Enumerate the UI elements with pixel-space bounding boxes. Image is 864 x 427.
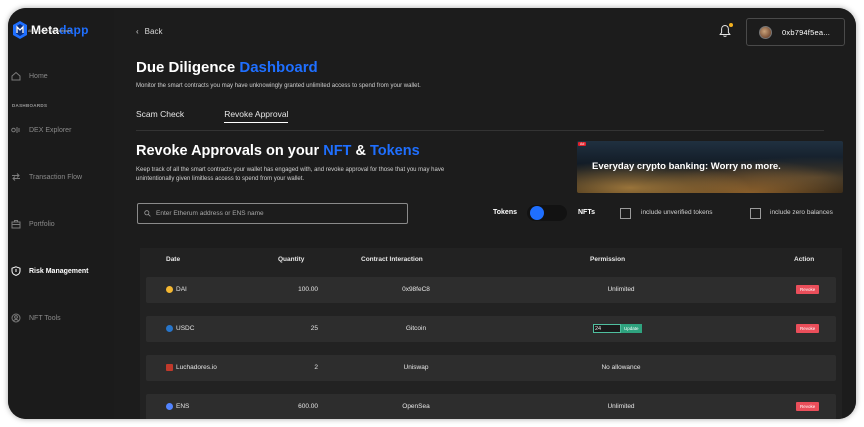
table-header: Date Quantity Contract Interaction Permi… <box>140 248 842 270</box>
sidebar-item-label: Home <box>29 72 48 80</box>
toggle-label-nfts: NFTs <box>578 209 595 216</box>
contract-cell: Uniswap <box>403 364 429 371</box>
shield-icon <box>11 266 21 276</box>
table-row: DAI 100.00 0x98feC8 Unlimited Revoke <box>146 277 836 303</box>
quantity-cell: 25 <box>310 325 318 332</box>
sidebar-item-label: Risk Management <box>29 267 89 275</box>
permission-cell: Unlimited <box>607 403 635 410</box>
update-button[interactable]: Update <box>621 324 642 333</box>
chevron-left-icon: ‹ <box>136 27 139 36</box>
column-header-permission: Permission <box>590 256 626 263</box>
dex-icon <box>11 127 20 133</box>
token-cell: DAI <box>166 286 187 293</box>
quantity-cell: 600.00 <box>298 403 318 410</box>
sidebar: Metadapp All-in-one Web3 Dashboard Home … <box>8 8 114 419</box>
permission-cell: Unlimited <box>607 286 635 293</box>
token-cell: Luchadores.io <box>166 364 217 371</box>
sidebar-item-portfolio[interactable]: Portfolio <box>11 217 111 231</box>
transfer-icon <box>12 173 20 181</box>
page-subtitle: Monitor the smart contracts you may have… <box>136 83 421 89</box>
unverified-tokens-checkbox[interactable] <box>620 208 631 219</box>
wallet-address: 0xb794f5ea... <box>782 27 831 37</box>
sidebar-item-dex-explorer[interactable]: DEX Explorer <box>11 123 111 137</box>
permission-cell: No allowance <box>601 364 641 371</box>
contract-cell: OpenSea <box>402 403 430 410</box>
main-content: ‹ Back 0xb794f5ea... Due Diligence Dashb… <box>114 8 856 419</box>
column-header-date: Date <box>166 256 181 263</box>
dai-token-icon <box>166 286 173 293</box>
sidebar-item-label: Transaction Flow <box>29 173 83 181</box>
permission-editor: Update <box>593 324 642 333</box>
brand-tagline: All-in-one Web3 Dashboard <box>28 29 71 33</box>
luchadores-token-icon <box>166 364 173 371</box>
home-icon <box>11 71 21 81</box>
tab-scam-check[interactable]: Scam Check <box>136 109 184 123</box>
usdc-token-icon <box>166 325 173 332</box>
contract-cell: Gitcoin <box>405 325 427 332</box>
unverified-tokens-label: include unverified tokens <box>641 209 713 216</box>
tab-revoke-approval[interactable]: Revoke Approval <box>224 109 289 123</box>
quantity-cell: 100.00 <box>298 286 318 293</box>
quantity-cell: 2 <box>314 364 318 371</box>
toggle-knob <box>530 206 544 220</box>
column-header-action: Action <box>794 256 815 263</box>
search-icon <box>144 210 151 217</box>
table-row: ENS 600.00 OpenSea Unlimited Revoke <box>146 394 836 419</box>
tokens-nfts-toggle[interactable] <box>527 205 567 221</box>
tab-bar: Scam Check Revoke Approval <box>136 109 328 123</box>
section-description: Keep track of all the smart contracts yo… <box>136 167 445 182</box>
table-row: USDC 25 Gitcoin Update Revoke <box>146 316 836 342</box>
zero-balances-checkbox[interactable] <box>750 208 761 219</box>
revoke-button[interactable]: Revoke <box>796 285 820 294</box>
sidebar-item-label: Portfolio <box>29 220 55 228</box>
page-title: Due Diligence Dashboard <box>136 59 318 76</box>
token-cell: ENS <box>166 403 189 410</box>
ad-banner[interactable]: Ad Everyday crypto banking: Worry no mor… <box>577 141 843 193</box>
sidebar-item-home[interactable]: Home <box>11 69 111 83</box>
column-header-contract: Contract Interaction <box>361 256 423 263</box>
app-window: Metadapp All-in-one Web3 Dashboard Home … <box>8 8 856 419</box>
ad-badge: Ad <box>578 142 587 146</box>
sidebar-item-label: NFT Tools <box>29 314 61 322</box>
sidebar-item-label: DEX Explorer <box>29 126 72 134</box>
banner-text: Everyday crypto banking: Worry no more. <box>592 161 781 172</box>
permission-amount-input[interactable] <box>593 324 621 333</box>
approvals-table: Date Quantity Contract Interaction Permi… <box>140 248 842 419</box>
sidebar-item-risk-management[interactable]: Risk Management <box>11 264 111 278</box>
search-box <box>137 203 408 224</box>
notification-dot <box>729 23 733 27</box>
section-title: Revoke Approvals on your NFT & Tokens <box>136 143 420 159</box>
sidebar-item-nft-tools[interactable]: NFT Tools <box>11 311 111 325</box>
zero-balances-label: include zero balances <box>770 209 833 216</box>
sidebar-item-transaction-flow[interactable]: Transaction Flow <box>11 170 111 184</box>
column-header-quantity: Quantity <box>278 256 305 263</box>
logo-mark-icon <box>13 21 27 39</box>
nft-icon <box>11 313 21 323</box>
revoke-button[interactable]: Revoke <box>796 402 820 411</box>
toggle-label-tokens: Tokens <box>493 209 517 216</box>
back-button[interactable]: ‹ Back <box>136 27 162 36</box>
ens-token-icon <box>166 403 173 410</box>
briefcase-icon <box>11 220 21 229</box>
back-label: Back <box>144 27 163 36</box>
sidebar-section-label: DASHBOARDS <box>12 103 48 108</box>
token-cell: USDC <box>166 325 194 332</box>
search-input[interactable] <box>156 210 396 217</box>
revoke-button[interactable]: Revoke <box>796 324 820 333</box>
wallet-button[interactable]: 0xb794f5ea... <box>746 18 845 46</box>
avatar <box>759 25 772 39</box>
table-row: Luchadores.io 2 Uniswap No allowance <box>146 355 836 381</box>
divider <box>136 130 824 131</box>
contract-cell: 0x98feC8 <box>402 286 430 293</box>
